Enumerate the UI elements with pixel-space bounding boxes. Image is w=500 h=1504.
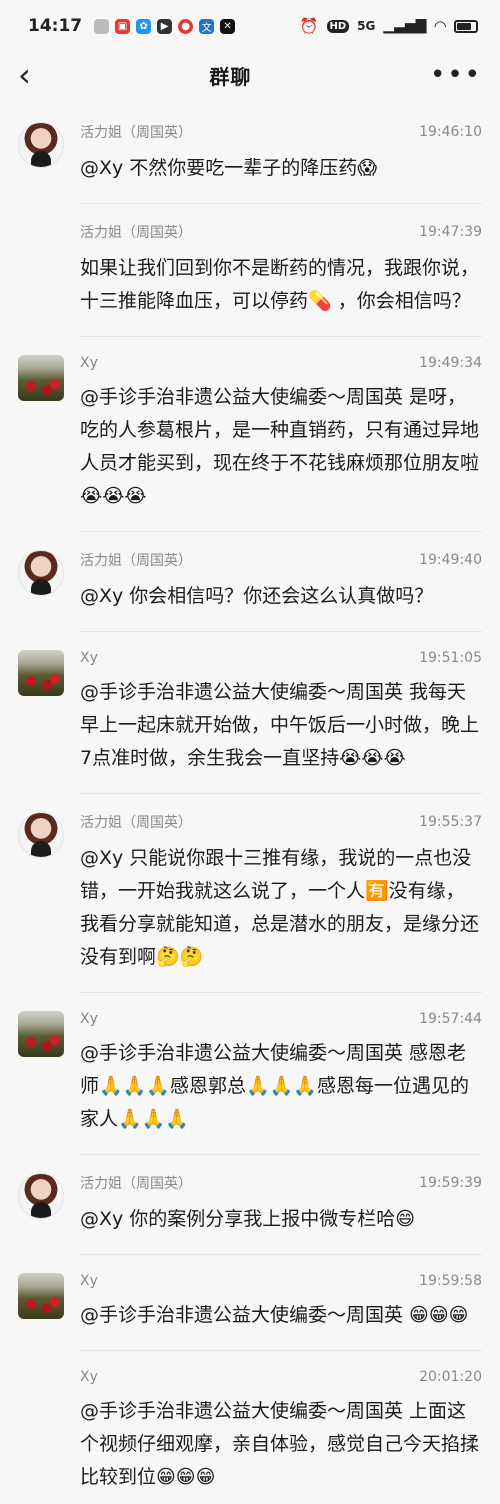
message-time: 19:57:44	[419, 1011, 482, 1027]
message-text[interactable]: @Xy 你的案例分享我上报中微专栏哈😄	[80, 1203, 482, 1236]
message-row[interactable]: 活力姐（周国英） 19:47:39 如果让我们回到你不是断药的情况，我跟你说，十三推…	[0, 204, 500, 337]
message-text[interactable]: @手诊手治非遗公益大使编委～周国英 我每天早上一起床就开始做，中午饭后一小时做，…	[80, 676, 482, 775]
message-time: 19:46:10	[419, 124, 482, 140]
avatar	[18, 1369, 64, 1415]
page-title: 群聊	[209, 64, 252, 89]
message-time: 19:55:37	[419, 814, 482, 830]
message-time: 19:59:58	[419, 1273, 482, 1289]
sender-name: Xy	[80, 355, 98, 371]
message-text[interactable]: @Xy 你会相信吗？你还会这么认真做吗？	[80, 580, 482, 613]
capcut-icon: ✕	[220, 18, 236, 34]
app-notification-icon	[94, 18, 110, 34]
sender-name: Xy	[80, 1011, 98, 1027]
message-time: 19:51:05	[419, 650, 482, 666]
message-row[interactable]: Xy 20:01:20 @手诊手治非遗公益大使编委～周国英 上面这个视频仔细观摩，亲…	[0, 1351, 500, 1504]
avatar[interactable]	[18, 122, 64, 168]
message-time: 20:01:20	[419, 1369, 482, 1385]
avatar[interactable]	[18, 550, 64, 596]
status-time: 14:17	[28, 16, 83, 36]
network-label: 5G	[357, 19, 376, 33]
sender-name: 活力姐（周国英）	[80, 1176, 192, 1192]
message-time: 19:49:34	[419, 355, 482, 371]
sender-name: Xy	[80, 650, 98, 666]
nav-bar: ‹ 群聊 •••	[0, 52, 500, 98]
app-notification-icon: ✿	[136, 18, 152, 34]
avatar[interactable]	[18, 650, 64, 696]
sender-name: 活力姐（周国英）	[80, 815, 192, 831]
hd-badge: HD	[326, 19, 350, 33]
sender-name: 活力姐（周国英）	[80, 553, 192, 569]
wifi-icon: ◠	[434, 17, 446, 35]
translate-icon: 文	[199, 18, 215, 34]
signal-icon: ▁▃▅▇	[383, 18, 427, 34]
message-text[interactable]: @手诊手治非遗公益大使编委～周国英 上面这个视频仔细观摩，亲自体验，感觉自己今天…	[80, 1395, 482, 1494]
sender-name: 活力姐（周国英）	[80, 225, 192, 241]
avatar[interactable]	[18, 1011, 64, 1057]
message-text[interactable]: @手诊手治非遗公益大使编委～周国英 感恩老师🙏🙏🙏感恩郭总🙏🙏🙏感恩每一位遇见的…	[80, 1037, 482, 1136]
message-text[interactable]: @Xy 只能说你跟十三推有缘，我说的一点也没错，一开始我就这么说了，一个人🈶没有…	[80, 842, 482, 974]
message-row[interactable]: Xy 19:57:44 @手诊手治非遗公益大使编委～周国英 感恩老师🙏🙏🙏感恩郭总🙏…	[0, 993, 500, 1155]
message-text[interactable]: @Xy 不然你要吃一辈子的降压药😱	[80, 152, 482, 185]
message-time: 19:59:39	[419, 1175, 482, 1191]
message-row[interactable]: Xy 19:59:58 @手诊手治非遗公益大使编委～周国英 😁😁😁	[0, 1255, 500, 1351]
message-row[interactable]: 活力姐（周国英） 19:59:39 @Xy 你的案例分享我上报中微专栏哈😄	[0, 1155, 500, 1255]
play-icon: ▶	[157, 18, 173, 34]
message-text[interactable]: @手诊手治非遗公益大使编委～周国英 😁😁😁	[80, 1299, 482, 1332]
avatar[interactable]	[18, 355, 64, 401]
avatar[interactable]	[18, 812, 64, 858]
sender-name: 活力姐（周国英）	[80, 125, 192, 141]
message-row[interactable]: 活力姐（周国英） 19:55:37 @Xy 只能说你跟十三推有缘，我说的一点也没错，…	[0, 794, 500, 993]
message-row[interactable]: Xy 19:49:34 @手诊手治非遗公益大使编委～周国英 是呀，吃的人参葛根片，是…	[0, 337, 500, 532]
message-row[interactable]: Xy 19:51:05 @手诊手治非遗公益大使编委～周国英 我每天早上一起床就开始做…	[0, 632, 500, 794]
message-row[interactable]: 活力姐（周国英） 19:49:40 @Xy 你会相信吗？你还会这么认真做吗？	[0, 532, 500, 632]
location-icon: ●	[178, 18, 194, 34]
avatar[interactable]	[18, 1273, 64, 1319]
sender-name: Xy	[80, 1369, 98, 1385]
message-time: 19:47:39	[419, 224, 482, 240]
app-notification-icon: ▣	[115, 18, 131, 34]
alarm-icon: ⏰	[299, 17, 319, 35]
sender-name: Xy	[80, 1273, 98, 1289]
avatar	[18, 222, 64, 268]
message-text[interactable]: @手诊手治非遗公益大使编委～周国英 是呀，吃的人参葛根片，是一种直销药，只有通过…	[80, 381, 482, 513]
avatar[interactable]	[18, 1173, 64, 1219]
more-options-button[interactable]: •••	[430, 62, 482, 88]
status-bar: 14:17 ▣ ✿ ▶ ● 文 ✕ ⏰ HD 5G ▁▃▅▇ ◠	[0, 0, 500, 52]
back-button[interactable]: ‹	[18, 59, 31, 91]
message-row[interactable]: 活力姐（周国英） 19:46:10 @Xy 不然你要吃一辈子的降压药😱	[0, 104, 500, 204]
message-text[interactable]: 如果让我们回到你不是断药的情况，我跟你说，十三推能降血压，可以停药💊 ，你会相信…	[80, 252, 482, 318]
message-time: 19:49:40	[419, 552, 482, 568]
battery-icon	[454, 19, 478, 33]
chat-list[interactable]: 活力姐（周国英） 19:46:10 @Xy 不然你要吃一辈子的降压药😱 活力姐（周国英…	[0, 104, 500, 1504]
